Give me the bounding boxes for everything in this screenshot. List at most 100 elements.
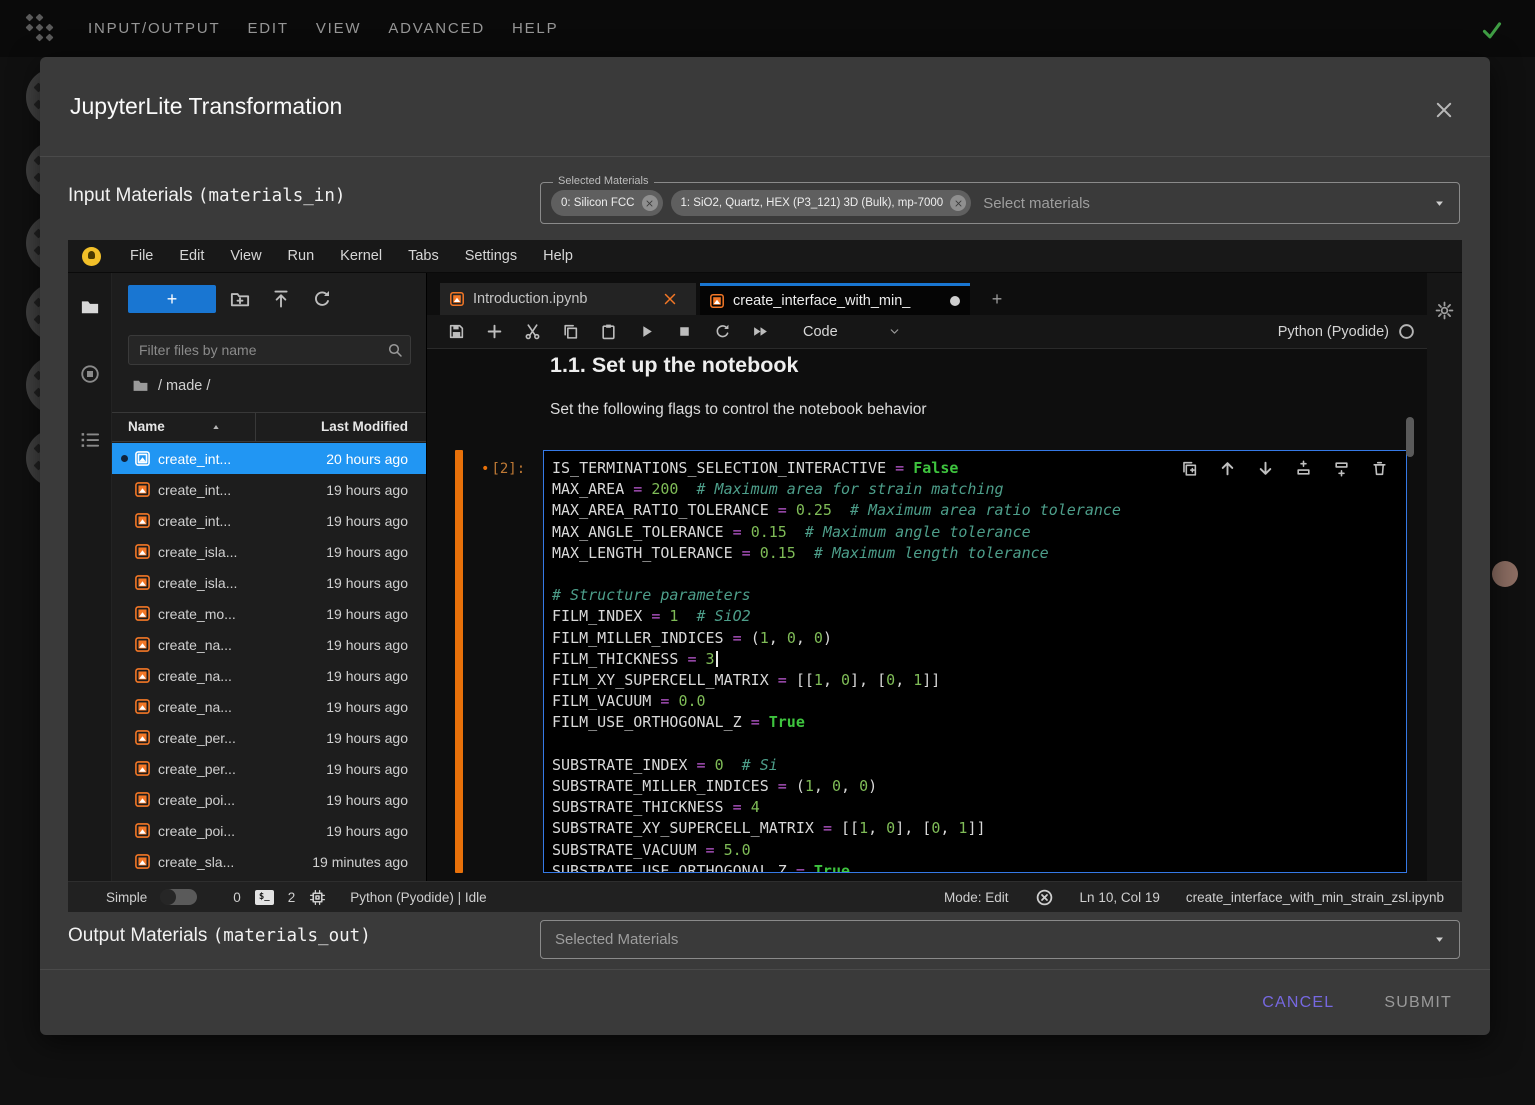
side-drag-handle[interactable] — [1492, 561, 1518, 587]
cell-collapser[interactable] — [455, 450, 463, 873]
cut-button[interactable] — [524, 323, 541, 340]
stop-button[interactable] — [676, 323, 693, 340]
code-line[interactable]: SUBSTRATE_THICKNESS = 4 — [552, 797, 1406, 818]
topbar-menu-input-output[interactable]: INPUT/OUTPUT — [88, 20, 220, 37]
file-row[interactable]: create_na...19 hours ago — [112, 629, 426, 660]
app-logo-icon[interactable] — [26, 14, 56, 44]
jlab-menu-settings[interactable]: Settings — [452, 248, 530, 264]
jlab-menu-view[interactable]: View — [217, 248, 274, 264]
cursor-position[interactable]: Ln 10, Col 19 — [1080, 890, 1160, 905]
filter-files-input[interactable] — [128, 335, 411, 365]
close-dialog-button[interactable] — [1432, 99, 1456, 123]
topbar-menu-help[interactable]: HELP — [512, 20, 558, 37]
code-line[interactable]: MAX_AREA = 200 # Maximum area for strain… — [552, 479, 1406, 500]
code-line[interactable]: FILM_INDEX = 1 # SiO2 — [552, 606, 1406, 627]
running-sessions-icon[interactable] — [80, 364, 100, 384]
code-line[interactable]: MAX_ANGLE_TOLERANCE = 0.15 # Maximum ang… — [552, 522, 1406, 543]
delete-button[interactable] — [1371, 460, 1388, 477]
kernel-chip-icon[interactable] — [309, 889, 326, 906]
notebook-scrollbar[interactable] — [1406, 417, 1414, 457]
kernel-status-icon[interactable] — [1398, 323, 1415, 340]
unsaved-dot-icon[interactable] — [950, 296, 960, 306]
code-line[interactable]: SUBSTRATE_XY_SUPERCELL_MATRIX = [[1, 0],… — [552, 818, 1406, 839]
input-materials-select[interactable]: Selected Materials 0: Silicon FCC1: SiO2… — [540, 182, 1460, 224]
editor-mode[interactable]: Mode: Edit — [944, 890, 1009, 905]
new-launcher-button[interactable]: + — [128, 285, 216, 313]
code-line[interactable]: SUBSTRATE_VACUUM = 5.0 — [552, 840, 1406, 861]
file-browser-tab-icon[interactable] — [80, 297, 100, 317]
remove-chip-icon[interactable] — [950, 195, 966, 211]
file-row[interactable]: create_int...19 hours ago — [112, 474, 426, 505]
jlab-menu-kernel[interactable]: Kernel — [327, 248, 395, 264]
tab-create-interface[interactable]: create_interface_with_min_ — [700, 283, 970, 315]
simple-mode-toggle[interactable] — [161, 889, 197, 905]
upload-button[interactable] — [271, 289, 291, 309]
refresh-button[interactable] — [312, 289, 332, 309]
chevron-down-icon[interactable] — [1434, 198, 1445, 209]
terminal-count[interactable]: 0 — [233, 890, 241, 905]
jlab-menu-help[interactable]: Help — [530, 248, 586, 264]
fast-forward-button[interactable] — [752, 323, 769, 340]
code-line[interactable]: FILM_USE_ORTHOGONAL_Z = True — [552, 712, 1406, 733]
column-header-name[interactable]: Name — [128, 419, 165, 434]
cell-type-select[interactable]: Code — [803, 324, 838, 340]
breadcrumb[interactable]: / made / — [132, 377, 210, 394]
file-row[interactable]: create_na...19 hours ago — [112, 691, 426, 722]
chevron-down-icon[interactable] — [1434, 934, 1445, 945]
file-row[interactable]: create_sla...19 minutes ago — [112, 846, 426, 877]
submit-button[interactable]: SUBMIT — [1384, 994, 1452, 1012]
insert-below-button[interactable] — [1333, 460, 1350, 477]
jlab-menu-run[interactable]: Run — [275, 248, 328, 264]
kernel-name[interactable]: Python (Pyodide) — [1278, 324, 1389, 340]
code-line[interactable] — [552, 564, 1406, 585]
code-line[interactable]: FILM_VACUUM = 0.0 — [552, 691, 1406, 712]
jlab-menu-edit[interactable]: Edit — [166, 248, 217, 264]
code-line[interactable]: FILM_XY_SUPERCELL_MATRIX = [[1, 0], [0, … — [552, 670, 1406, 691]
code-line[interactable]: FILM_MILLER_INDICES = (1, 0, 0) — [552, 628, 1406, 649]
jlab-menu-file[interactable]: File — [117, 248, 166, 264]
restart-button[interactable] — [714, 323, 731, 340]
duplicate-button[interactable] — [1181, 460, 1198, 477]
topbar-menu-view[interactable]: VIEW — [316, 20, 362, 37]
new-folder-button[interactable] — [230, 289, 250, 309]
table-of-contents-icon[interactable] — [80, 430, 100, 450]
file-row[interactable]: create_mo...19 hours ago — [112, 598, 426, 629]
code-line[interactable] — [552, 734, 1406, 755]
file-row[interactable]: create_per...19 hours ago — [112, 722, 426, 753]
code-line[interactable]: MAX_LENGTH_TOLERANCE = 0.15 # Maximum le… — [552, 543, 1406, 564]
file-row[interactable]: create_per...19 hours ago — [112, 753, 426, 784]
add-cell-button[interactable] — [486, 323, 503, 340]
kernel-status-text[interactable]: Python (Pyodide) | Idle — [350, 890, 486, 905]
chevron-down-icon[interactable] — [888, 325, 901, 338]
paste-button[interactable] — [600, 323, 617, 340]
tab-introduction-ipynb[interactable]: Introduction.ipynb — [440, 283, 696, 315]
code-line[interactable]: # Structure parameters — [552, 585, 1406, 606]
code-line[interactable]: FILM_THICKNESS = 3 — [552, 649, 1406, 670]
output-materials-select[interactable]: Selected Materials — [540, 920, 1460, 959]
save-button[interactable] — [448, 323, 465, 340]
insert-above-button[interactable] — [1295, 460, 1312, 477]
file-row[interactable]: create_poi...19 hours ago — [112, 784, 426, 815]
terminal-icon[interactable]: $_ — [255, 890, 274, 905]
material-chip[interactable]: 1: SiO2, Quartz, HEX (P3_121) 3D (Bulk),… — [671, 190, 972, 216]
code-line[interactable]: SUBSTRATE_INDEX = 0 # Si — [552, 755, 1406, 776]
remove-chip-icon[interactable] — [642, 195, 658, 211]
file-row[interactable]: create_poi...19 hours ago — [112, 815, 426, 846]
code-line[interactable]: SUBSTRATE_MILLER_INDICES = (1, 0, 0) — [552, 776, 1406, 797]
code-line[interactable]: SUBSTRATE_USE_ORTHOGONAL_Z = True — [552, 861, 1406, 873]
cancel-button[interactable]: CANCEL — [1262, 994, 1334, 1012]
copy-button[interactable] — [562, 323, 579, 340]
move-down-button[interactable] — [1257, 460, 1274, 477]
code-line[interactable]: MAX_AREA_RATIO_TOLERANCE = 0.25 # Maximu… — [552, 500, 1406, 521]
file-row[interactable]: create_isla...19 hours ago — [112, 567, 426, 598]
topbar-menu-edit[interactable]: EDIT — [247, 20, 288, 37]
new-tab-button[interactable]: + — [982, 283, 1012, 315]
topbar-menu-advanced[interactable]: ADVANCED — [388, 20, 485, 37]
run-button[interactable] — [638, 323, 655, 340]
column-header-modified[interactable]: Last Modified — [321, 419, 408, 434]
close-tab-icon[interactable] — [662, 291, 678, 307]
file-row[interactable]: create_int...19 hours ago — [112, 505, 426, 536]
trust-shield-icon[interactable] — [1035, 888, 1054, 907]
jlab-menu-tabs[interactable]: Tabs — [395, 248, 452, 264]
file-row[interactable]: create_isla...19 hours ago — [112, 536, 426, 567]
